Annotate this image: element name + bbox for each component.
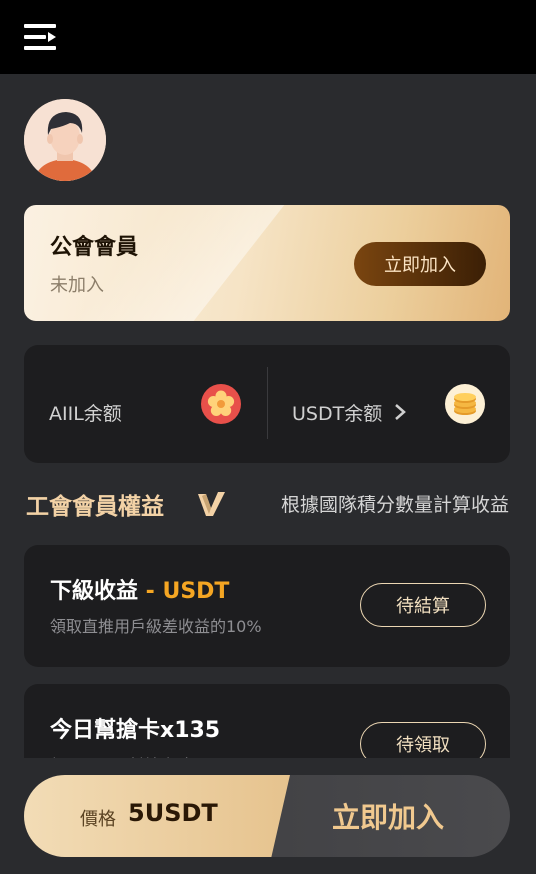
menu-expand-icon[interactable] — [24, 22, 58, 52]
benefits-section-subtitle: 根據國隊積分數量計算收益 — [280, 494, 509, 516]
chevron-right-icon[interactable] — [392, 401, 408, 423]
card-stripe-decoration — [73, 205, 285, 321]
flower-coin-icon — [201, 384, 241, 424]
pending-settlement-button[interactable]: 待結算 — [360, 583, 486, 627]
top-bar — [0, 0, 536, 74]
v-badge-icon — [198, 492, 225, 516]
aiil-balance-label[interactable]: AIIL余额 — [49, 399, 122, 426]
balance-card: AIIL余额 USDT余额 — [24, 345, 510, 463]
avatar[interactable] — [24, 99, 106, 181]
join-now-label: 立即加入 — [332, 801, 445, 834]
guild-title: 公會會員 — [50, 235, 139, 260]
gold-coins-icon — [445, 384, 485, 424]
benefit-card: 下級收益 - USDT 領取直推用戶級差收益的10% 待結算 — [24, 545, 510, 667]
benefit-description: 領取直推用戶級差收益的10% — [50, 617, 262, 636]
guild-membership-card: 公會會員 未加入 立即加入 — [24, 205, 510, 321]
price-label: 價格 — [80, 809, 116, 830]
benefit-title: 下級收益 - USDT — [50, 579, 230, 604]
join-now-cta-button[interactable]: 價格 5USDT 立即加入 — [24, 775, 510, 857]
price-value: 5USDT — [128, 799, 218, 827]
benefits-section-title: 工會會員權益 — [26, 494, 164, 520]
benefit-highlight: - USDT — [138, 579, 230, 604]
usdt-balance-label[interactable]: USDT余额 — [292, 399, 382, 426]
guild-status: 未加入 — [50, 275, 104, 296]
user-avatar-icon — [24, 99, 106, 181]
join-guild-button[interactable]: 立即加入 — [354, 242, 486, 286]
benefit-title: 今日幫搶卡x135 — [50, 718, 221, 743]
balance-divider — [267, 367, 268, 439]
